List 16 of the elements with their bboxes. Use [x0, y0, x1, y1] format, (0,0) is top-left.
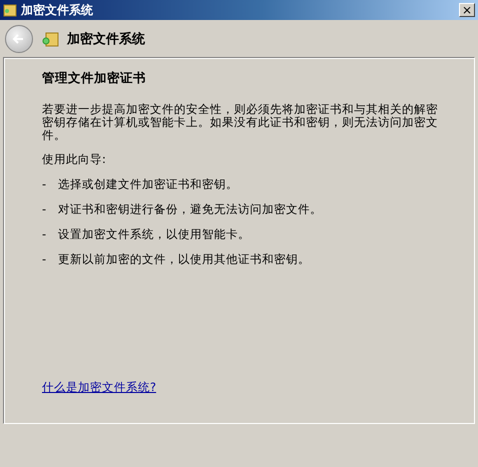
bullet-mark: - [42, 177, 48, 192]
window-title: 加密文件系统 [21, 2, 94, 18]
back-button[interactable] [5, 24, 33, 52]
list-item-text: 对证书和密钥进行备份，避免无法访问加密文件。 [58, 202, 322, 217]
list-item-text: 选择或创建文件加密证书和密钥。 [58, 177, 238, 192]
intro-paragraph: 若要进一步提高加密文件的安全性，则必须先将加密证书和与其相关的解密密钥存储在计算机或智能卡上。如果没有此证书和密钥，则无法访问加密文件。 [42, 103, 438, 142]
bullet-mark: - [42, 202, 48, 217]
page-heading: 管理文件加密证书 [42, 70, 147, 87]
wizard-title: 加密文件系统 [67, 30, 145, 48]
close-button[interactable]: × [459, 3, 475, 17]
help-link[interactable]: 什么是加密文件系统? [42, 380, 156, 395]
bullet-mark: - [42, 227, 48, 242]
list-item-text: 设置加密文件系统，以使用智能卡。 [58, 227, 250, 242]
bullet-mark: - [42, 252, 48, 267]
list-item-text: 更新以前加密的文件，以使用其他证书和密钥。 [58, 252, 310, 267]
lead-text: 使用此向导: [42, 152, 107, 167]
